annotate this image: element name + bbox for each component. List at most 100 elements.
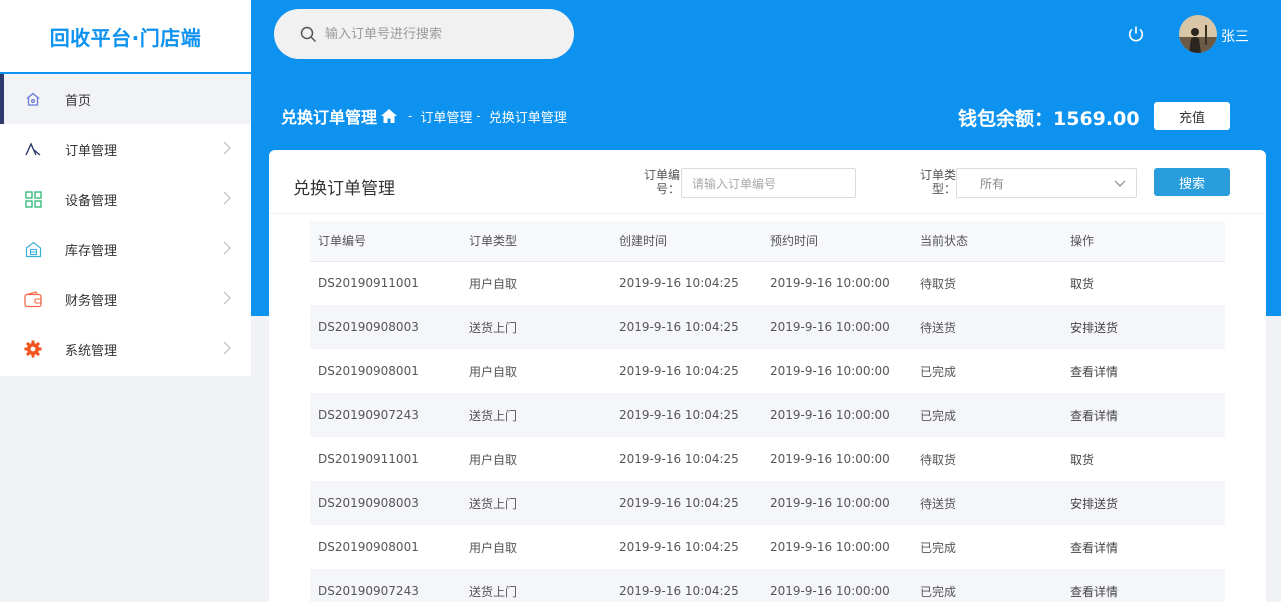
table-header-row: 订单编号 订单类型 创建时间 预约时间 当前状态 操作 [310, 221, 1225, 262]
row-action-link[interactable]: 查看详情 [1062, 349, 1225, 393]
breadcrumb-order-management[interactable]: 订单管理 [420, 107, 472, 126]
order-status: 待送货 [920, 496, 957, 511]
order-search-box[interactable] [274, 9, 574, 59]
order-search-input[interactable] [325, 26, 555, 42]
created-time: 2019-9-16 10:04:25 [619, 540, 739, 554]
order-type-value: 所有 [980, 176, 1005, 191]
breadcrumb-separator: - [408, 109, 413, 123]
row-action-link[interactable]: 安排送货 [1062, 481, 1225, 525]
avatar[interactable] [1179, 15, 1217, 53]
page-title: 兑换订单管理 [281, 108, 378, 127]
row-action-link[interactable]: 查看详情 [1062, 525, 1225, 569]
created-time: 2019-9-16 10:04:25 [619, 496, 739, 510]
table-row: DS20190907243 送货上门 2019-9-16 10:04:25 20… [310, 569, 1225, 602]
order-status: 已完成 [920, 540, 957, 555]
table-row: DS20190908001 用户自取 2019-9-16 10:04:25 20… [310, 349, 1225, 393]
search-button[interactable]: 搜索 [1154, 168, 1230, 196]
appointment-time: 2019-9-16 10:00:00 [770, 584, 890, 598]
row-action-link[interactable]: 查看详情 [1062, 569, 1225, 602]
column-header[interactable]: 预约时间 [762, 221, 912, 262]
table-row: DS20190908003 送货上门 2019-9-16 10:04:25 20… [310, 305, 1225, 349]
breadcrumb-exchange-orders[interactable]: 兑换订单管理 [489, 107, 567, 126]
sidebar-item-label: 设备管理 [65, 193, 118, 209]
order-type-label-line1: 订单类 [919, 168, 956, 182]
order-number: DS20190908001 [318, 364, 419, 378]
user-name[interactable]: 张三 [1221, 26, 1249, 46]
order-number: DS20190907243 [318, 408, 419, 422]
home-icon [24, 90, 42, 108]
created-time: 2019-9-16 10:04:25 [619, 364, 739, 378]
sidebar-item-label: 库存管理 [65, 243, 118, 259]
order-no-input[interactable]: 请输入订单编号 [681, 168, 856, 198]
order-type: 送货上门 [469, 408, 518, 423]
table-row: DS20190911001 用户自取 2019-9-16 10:04:25 20… [310, 261, 1225, 305]
order-no-label-line2: 号： [655, 182, 680, 196]
wallet-icon [24, 290, 42, 308]
row-action-link[interactable]: 取货 [1062, 261, 1225, 305]
orders-table: 订单编号 订单类型 创建时间 预约时间 当前状态 操作 DS2019091100… [310, 221, 1225, 602]
recharge-button[interactable]: 充值 [1154, 102, 1230, 130]
sidebar-item-label: 订单管理 [65, 143, 118, 159]
wallet-balance: 钱包余额：1569.00 [958, 104, 1140, 131]
appointment-time: 2019-9-16 10:00:00 [770, 276, 890, 291]
table-row: DS20190907243 送货上门 2019-9-16 10:04:25 20… [310, 393, 1225, 437]
sidebar-item-home[interactable]: 首页 [0, 74, 251, 124]
column-header[interactable]: 订单类型 [461, 221, 611, 262]
chevron-right-icon [223, 241, 231, 255]
appointment-time: 2019-9-16 10:00:00 [770, 408, 890, 422]
order-no-label-line1: 订单编 [643, 168, 680, 182]
column-header[interactable]: 创建时间 [611, 221, 762, 262]
appointment-time: 2019-9-16 10:00:00 [770, 540, 890, 554]
sidebar-item-system[interactable]: 系统管理 [0, 324, 251, 374]
column-header[interactable]: 操作 [1062, 221, 1225, 262]
created-time: 2019-9-16 10:04:25 [619, 276, 739, 291]
power-icon[interactable] [1127, 25, 1145, 43]
order-status: 待送货 [920, 320, 957, 335]
order-type: 用户自取 [469, 364, 518, 379]
order-number: DS20190911001 [318, 276, 419, 291]
column-header[interactable]: 当前状态 [912, 221, 1062, 262]
app-logo[interactable]: 回收平台·门店端 [0, 0, 251, 74]
panel-title: 兑换订单管理 [293, 179, 395, 199]
sidebar-item-orders[interactable]: 订单管理 [0, 124, 251, 174]
order-no-label: 订单编 号： [640, 168, 680, 196]
appointment-time: 2019-9-16 10:00:00 [770, 496, 890, 510]
sidebar-item-inventory[interactable]: 库存管理 [0, 224, 251, 274]
appointment-time: 2019-9-16 10:00:00 [770, 364, 890, 378]
order-status: 已完成 [920, 364, 957, 379]
sidebar-item-devices[interactable]: 设备管理 [0, 174, 251, 224]
search-icon [300, 26, 317, 42]
home-icon[interactable] [380, 108, 398, 124]
wallet-label: 钱包余额： [958, 108, 1054, 130]
order-status: 已完成 [920, 584, 957, 599]
chevron-right-icon [223, 291, 231, 305]
table-row: DS20190911001 用户自取 2019-9-16 10:04:25 20… [310, 437, 1225, 481]
order-icon [24, 140, 42, 158]
created-time: 2019-9-16 10:04:25 [619, 408, 739, 422]
created-time: 2019-9-16 10:04:25 [619, 452, 739, 466]
warehouse-icon [24, 240, 42, 258]
order-number: DS20190907243 [318, 584, 419, 598]
gear-icon [24, 340, 42, 358]
sidebar-item-label: 首页 [65, 93, 92, 109]
created-time: 2019-9-16 10:04:25 [619, 320, 739, 334]
order-status: 待取货 [920, 276, 957, 291]
order-type-select[interactable]: 所有 [956, 168, 1137, 198]
order-type: 送货上门 [469, 320, 518, 335]
grid-icon [24, 190, 42, 208]
chevron-right-icon [223, 191, 231, 205]
chevron-down-icon [1114, 180, 1126, 187]
order-number: DS20190908003 [318, 496, 419, 510]
chevron-right-icon [223, 341, 231, 355]
sidebar: 回收平台·门店端 首页 订单管理 设备管理 库存管理 财务管理 系统管理 [0, 0, 251, 376]
row-action-link[interactable]: 安排送货 [1062, 305, 1225, 349]
chevron-right-icon [223, 141, 231, 155]
column-header[interactable]: 订单编号 [310, 221, 461, 262]
table-row: DS20190908003 送货上门 2019-9-16 10:04:25 20… [310, 481, 1225, 525]
table-row: DS20190908001 用户自取 2019-9-16 10:04:25 20… [310, 525, 1225, 569]
row-action-link[interactable]: 取货 [1062, 437, 1225, 481]
row-action-link[interactable]: 查看详情 [1062, 393, 1225, 437]
sidebar-item-label: 财务管理 [65, 293, 118, 309]
sidebar-item-finance[interactable]: 财务管理 [0, 274, 251, 324]
order-type-label-line2: 型： [931, 182, 956, 196]
